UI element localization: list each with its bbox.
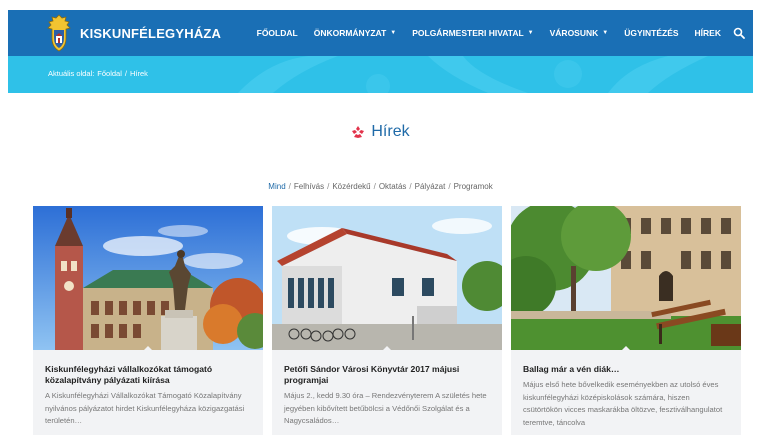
- news-card[interactable]: Ballag már a vén diák… Május első hete b…: [511, 206, 741, 435]
- card-notch: [621, 346, 631, 350]
- filter-separator: /: [409, 182, 412, 191]
- main-menu: FŐOLDAL ÖNKORMÁNYZAT ▼ POLGÁRMESTERI HIVA…: [249, 10, 745, 56]
- news-card-title[interactable]: Kiskunfélegyházi vállalkozókat támogató …: [45, 364, 251, 386]
- filter-mind[interactable]: Mind: [268, 182, 285, 191]
- breadcrumb: Aktuális oldal: Főoldal / Hírek: [48, 69, 151, 78]
- nav-item-fooldal[interactable]: FŐOLDAL: [257, 28, 298, 38]
- filter-oktatas[interactable]: Oktatás: [379, 182, 407, 191]
- news-card-body: Kiskunfélegyházi vállalkozókat támogató …: [33, 350, 263, 428]
- news-card-image[interactable]: [272, 206, 502, 350]
- caret-down-icon: ▼: [602, 30, 609, 36]
- nav-item-label: ÖNKORMÁNYZAT: [313, 28, 387, 38]
- nav-item-label: VÁROSUNK: [549, 28, 599, 38]
- card-notch: [143, 346, 153, 350]
- filter-palyazat[interactable]: Pályázat: [415, 182, 446, 191]
- flower-icon: [352, 126, 365, 138]
- search-icon[interactable]: [733, 27, 745, 39]
- caret-down-icon: ▼: [527, 30, 534, 36]
- page-title: Hírek: [371, 123, 410, 140]
- nav-item-hirek[interactable]: HÍREK: [695, 28, 721, 38]
- site-name: KISKUNFÉLEGYHÁZA: [80, 25, 222, 41]
- nav-item-ugyintezes[interactable]: ÜGYINTÉZÉS: [624, 28, 678, 38]
- news-card-excerpt: A Kiskunfélegyházi Vállalkozókat Támogat…: [45, 391, 245, 425]
- category-filter: Mind / Felhívás / Közérdekű / Oktatás / …: [0, 182, 761, 191]
- coat-of-arms-icon: [47, 14, 71, 52]
- nav-item-label: HÍREK: [694, 28, 721, 38]
- filter-separator: /: [448, 182, 451, 191]
- nav-item-label: POLGÁRMESTERI HIVATAL: [412, 28, 524, 38]
- news-card-excerpt: Május első hete bővelkedik eseményekben …: [523, 380, 723, 427]
- nav-item-onkormanyzat[interactable]: ÖNKORMÁNYZAT ▼: [314, 28, 397, 38]
- news-card-image[interactable]: [33, 206, 263, 350]
- news-card[interactable]: Petőfi Sándor Városi Könyvtár 2017 május…: [272, 206, 502, 435]
- page-heading: Hírek: [0, 123, 761, 141]
- nav-item-label: ÜGYINTÉZÉS: [624, 28, 679, 38]
- news-card[interactable]: Kiskunfélegyházi vállalkozókat támogató …: [33, 206, 263, 435]
- nav-item-polgarmesteri-hivatal[interactable]: POLGÁRMESTERI HIVATAL ▼: [412, 28, 533, 38]
- filter-separator: /: [373, 182, 376, 191]
- card-notch: [382, 346, 392, 350]
- site-logo-link[interactable]: KISKUNFÉLEGYHÁZA: [44, 14, 221, 52]
- caret-down-icon: ▼: [390, 30, 397, 36]
- news-card-excerpt: Május 2., kedd 9.30 óra – Rendezvénytere…: [284, 391, 487, 425]
- top-navigation-bar: KISKUNFÉLEGYHÁZA FŐOLDAL ÖNKORMÁNYZAT ▼ P…: [8, 10, 753, 56]
- breadcrumb-separator: /: [124, 69, 127, 78]
- breadcrumb-bar: Aktuális oldal: Főoldal / Hírek: [8, 56, 753, 93]
- news-card-title[interactable]: Ballag már a vén diák…: [523, 364, 729, 375]
- filter-separator: /: [327, 182, 330, 191]
- news-card-body: Petőfi Sándor Városi Könyvtár 2017 május…: [272, 350, 502, 428]
- breadcrumb-home-link[interactable]: Főoldal: [97, 69, 122, 78]
- filter-separator: /: [288, 182, 291, 191]
- filter-programok[interactable]: Programok: [454, 182, 493, 191]
- filter-felhivas[interactable]: Felhívás: [294, 182, 324, 191]
- breadcrumb-current: Hírek: [129, 69, 148, 78]
- news-card-body: Ballag már a vén diák… Május első hete b…: [511, 350, 741, 429]
- nav-item-label: FŐOLDAL: [256, 28, 298, 38]
- news-grid: Kiskunfélegyházi vállalkozókat támogató …: [33, 206, 741, 435]
- news-card-title[interactable]: Petőfi Sándor Városi Könyvtár 2017 május…: [284, 364, 490, 386]
- news-card-image[interactable]: [511, 206, 741, 350]
- filter-kozerdeku[interactable]: Közérdekű: [332, 182, 370, 191]
- nav-item-varosunk[interactable]: VÁROSUNK ▼: [550, 28, 609, 38]
- breadcrumb-prefix: Aktuális oldal:: [48, 69, 95, 78]
